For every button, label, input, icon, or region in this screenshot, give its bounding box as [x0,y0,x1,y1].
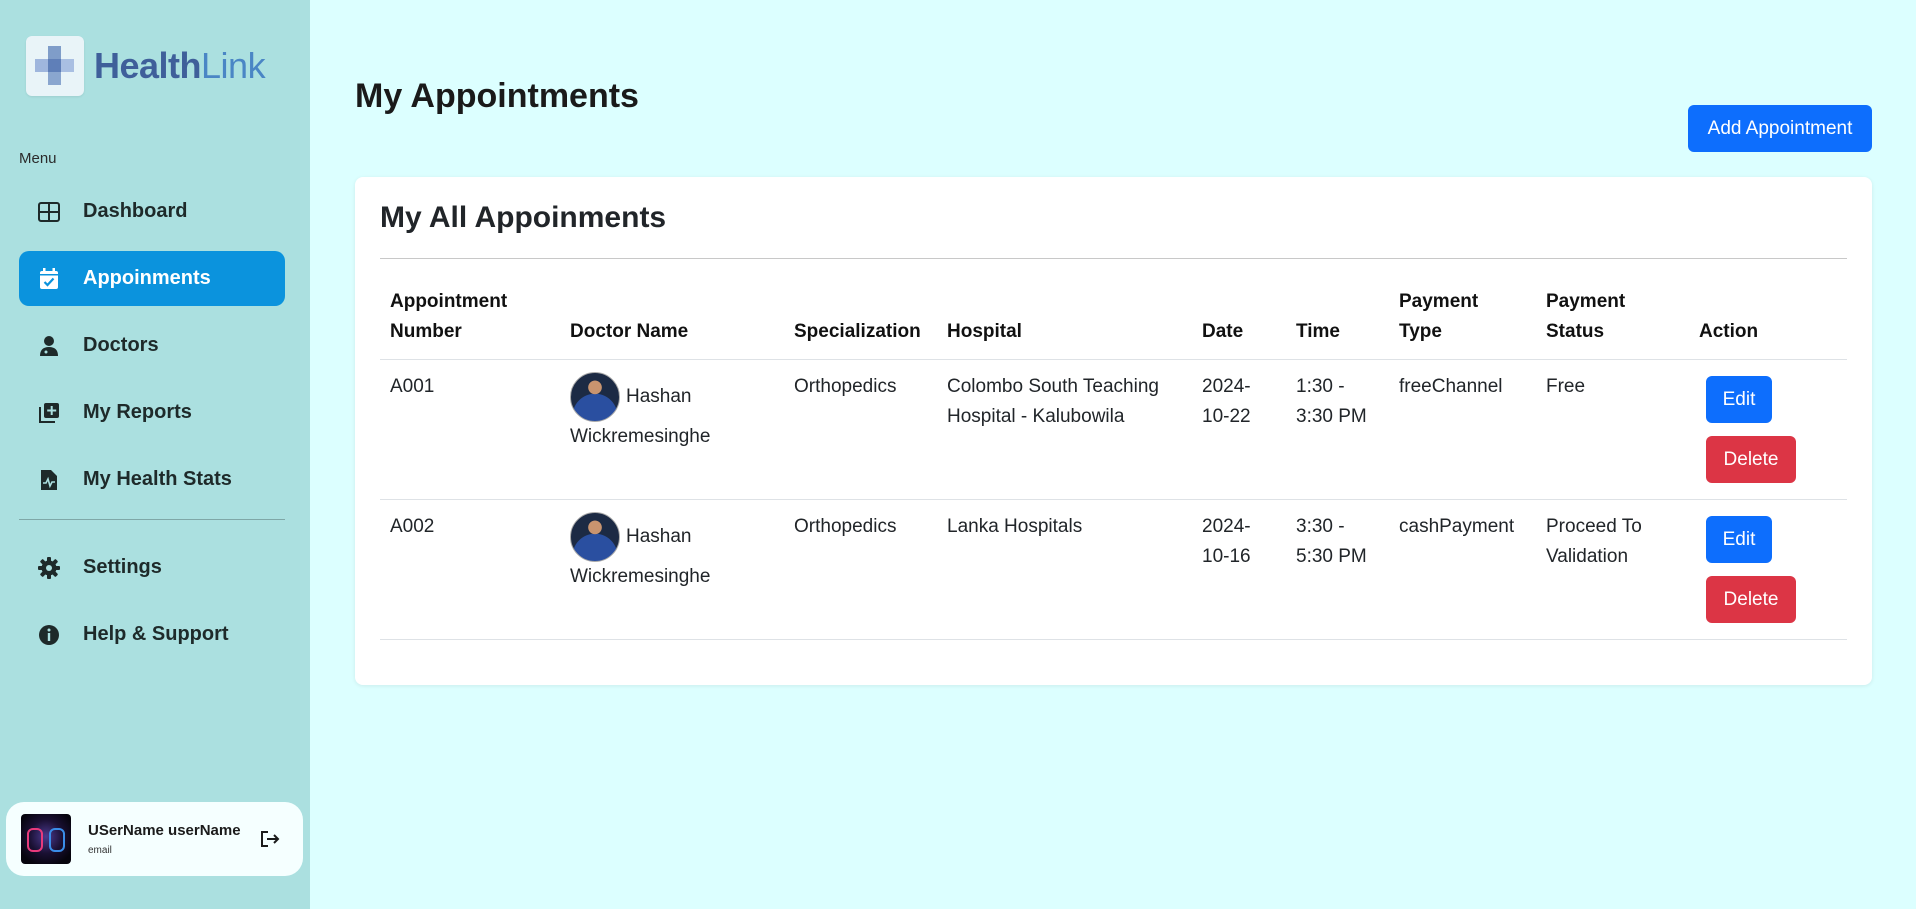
sidebar-item-appointments[interactable]: Appoinments [19,251,285,306]
sidebar-divider [19,519,285,520]
sidebar-item-dashboard[interactable]: Dashboard [19,184,285,239]
col-header-time: Time [1286,277,1389,360]
menu-caption: Menu [19,150,57,167]
hospital: Colombo South Teaching Hospital - Kalubow… [937,359,1192,500]
col-header-doctor: Doctor Name [560,277,784,360]
time: 3:30 -5:30 PM [1286,499,1389,640]
table-row: A002 Hashan Wickremesinghe Orthopedics La… [380,499,1847,640]
user-name: USerName userName [88,822,241,839]
logout-icon[interactable] [258,828,282,850]
edit-button[interactable]: Edit [1706,376,1772,423]
calendar-check-icon [37,267,61,291]
delete-button[interactable]: Delete [1706,436,1796,483]
appointment-number: A001 [380,359,560,500]
sidebar: HealthLink Menu Dashboard Appoinments Do… [0,0,310,909]
action-cell: Edit Delete [1689,499,1847,640]
cross-pixel-logo-icon [26,36,84,96]
sidebar-item-help-support[interactable]: Help & Support [19,607,285,662]
sidebar-item-my-health-stats[interactable]: My Health Stats [19,452,285,507]
card-title: My All Appoinments [380,201,667,234]
col-header-number: Appointment Number [380,277,560,360]
sidebar-item-label: Dashboard [83,200,188,222]
doctor-icon [37,334,61,358]
sidebar-item-settings[interactable]: Settings [19,540,285,595]
appointments-card: My All Appoinments Appointment Number Doc… [355,177,1872,685]
add-appointment-button[interactable]: Add Appointment [1688,105,1872,152]
doctor-name-cell: Hashan Wickremesinghe [560,499,784,640]
date: 2024- 10-22 [1192,359,1286,500]
date: 2024- 10-16 [1192,499,1286,640]
col-header-payment-status: Payment Status [1536,277,1689,360]
table-row: A001 Hashan Wickremesinghe Orthopedics Co… [380,359,1847,500]
payment-type: cashPayment [1389,499,1536,640]
sidebar-item-label: Help & Support [83,623,229,645]
gear-icon [37,556,61,580]
appointment-number: A002 [380,499,560,640]
col-header-action: Action [1689,277,1847,360]
sidebar-item-doctors[interactable]: Doctors [19,318,285,373]
specialization: Orthopedics [784,359,937,500]
payment-status: Free [1536,359,1689,500]
table-header-row: Appointment Number Doctor Name Specializa… [380,277,1847,360]
sidebar-nav: Dashboard Appoinments Doctors My Reports… [19,184,285,674]
page-title: My Appointments [355,77,639,115]
brand-name: HealthLink [94,45,266,86]
delete-button[interactable]: Delete [1706,576,1796,623]
add-report-icon [37,401,61,425]
user-info: USerName userName email [88,822,241,856]
doctor-avatar [570,372,620,422]
sidebar-item-label: Appoinments [83,267,211,289]
sidebar-item-label: Settings [83,556,162,578]
doctor-avatar [570,512,620,562]
card-divider [380,258,1847,259]
healthlink-logo[interactable]: HealthLink [26,36,266,96]
col-header-date: Date [1192,277,1286,360]
specialization: Orthopedics [784,499,937,640]
hospital: Lanka Hospitals [937,499,1192,640]
doctor-name-cell: Hashan Wickremesinghe [560,359,784,500]
appointments-table: Appointment Number Doctor Name Specializa… [380,277,1847,640]
col-header-hospital: Hospital [937,277,1192,360]
col-header-specialization: Specialization [784,277,937,360]
action-cell: Edit Delete [1689,359,1847,500]
payment-type: freeChannel [1389,359,1536,500]
col-header-payment-type: Payment Type [1389,277,1536,360]
user-profile-card[interactable]: USerName userName email [6,802,303,876]
sidebar-item-label: Doctors [83,334,159,356]
file-medical-icon [37,468,61,492]
edit-button[interactable]: Edit [1706,516,1772,563]
avatar [21,814,71,864]
grid-icon [37,200,61,224]
payment-status: Proceed To Validation [1536,499,1689,640]
sidebar-item-label: My Reports [83,401,192,423]
sidebar-item-my-reports[interactable]: My Reports [19,385,285,440]
time: 1:30 -3:30 PM [1286,359,1389,500]
user-email: email [88,845,112,856]
sidebar-item-label: My Health Stats [83,468,232,490]
info-icon [37,623,61,647]
